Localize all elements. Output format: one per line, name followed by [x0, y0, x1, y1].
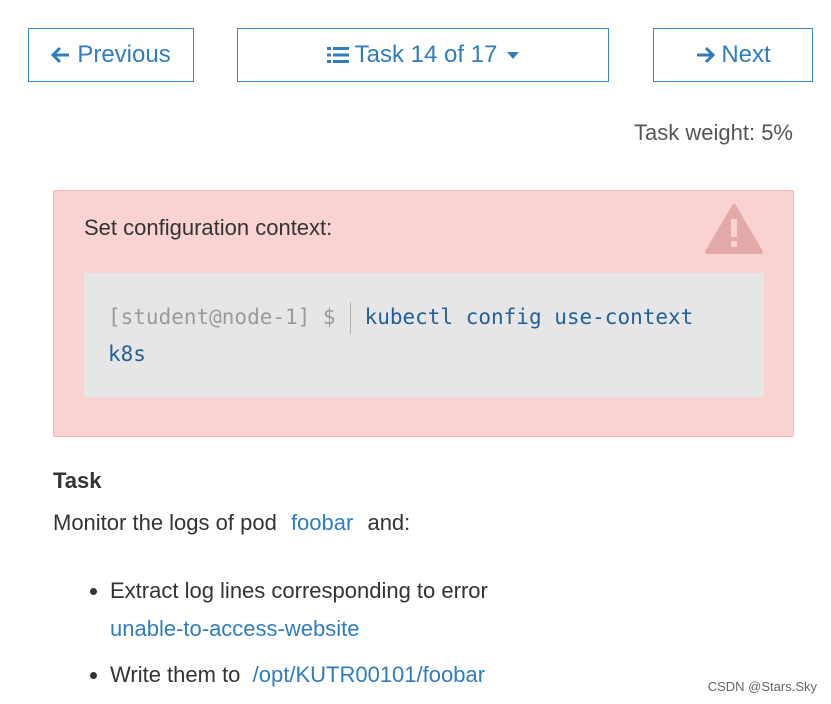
prompt-divider — [349, 302, 351, 334]
step-text: Extract log lines corresponding to error — [110, 578, 488, 603]
list-item: Extract log lines corresponding to error… — [110, 572, 750, 648]
pod-name: foobar — [290, 510, 354, 535]
task-description: Monitor the logs of pod foobar and: — [53, 510, 410, 536]
watermark: CSDN @Stars.Sky — [707, 679, 817, 694]
list-item: Write them to /opt/KUTR00101/foobar — [110, 656, 750, 694]
previous-button[interactable]: Previous — [28, 28, 194, 82]
command-box[interactable]: [student@node-1] $ kubectl config use-con… — [84, 273, 764, 397]
next-label: Next — [721, 41, 771, 68]
step-text: Write them to — [110, 662, 241, 687]
shell-prompt: [student@node-1] $ — [108, 305, 336, 329]
task-heading: Task — [53, 468, 102, 493]
task-weight: Task weight: 5% — [634, 120, 793, 145]
task-desc-prefix: Monitor the logs of pod — [53, 510, 277, 535]
alert-title: Set configuration context: — [84, 215, 333, 240]
next-button[interactable]: Next — [653, 28, 813, 82]
arrow-right-icon — [695, 45, 716, 65]
task-selector-dropdown[interactable]: Task 14 of 17 — [237, 28, 609, 82]
context-alert: Set configuration context: [student@node… — [53, 190, 794, 437]
warning-icon — [705, 203, 763, 260]
output-path: /opt/KUTR00101/foobar — [252, 662, 486, 687]
arrow-left-icon — [51, 45, 71, 65]
error-name: unable-to-access-website — [110, 616, 360, 641]
task-desc-suffix: and: — [367, 510, 411, 535]
previous-label: Previous — [77, 41, 171, 68]
task-selector-label: Task 14 of 17 — [354, 41, 498, 68]
task-steps: Extract log lines corresponding to error… — [58, 572, 750, 702]
list-icon — [326, 45, 349, 65]
caret-down-icon — [507, 51, 520, 59]
